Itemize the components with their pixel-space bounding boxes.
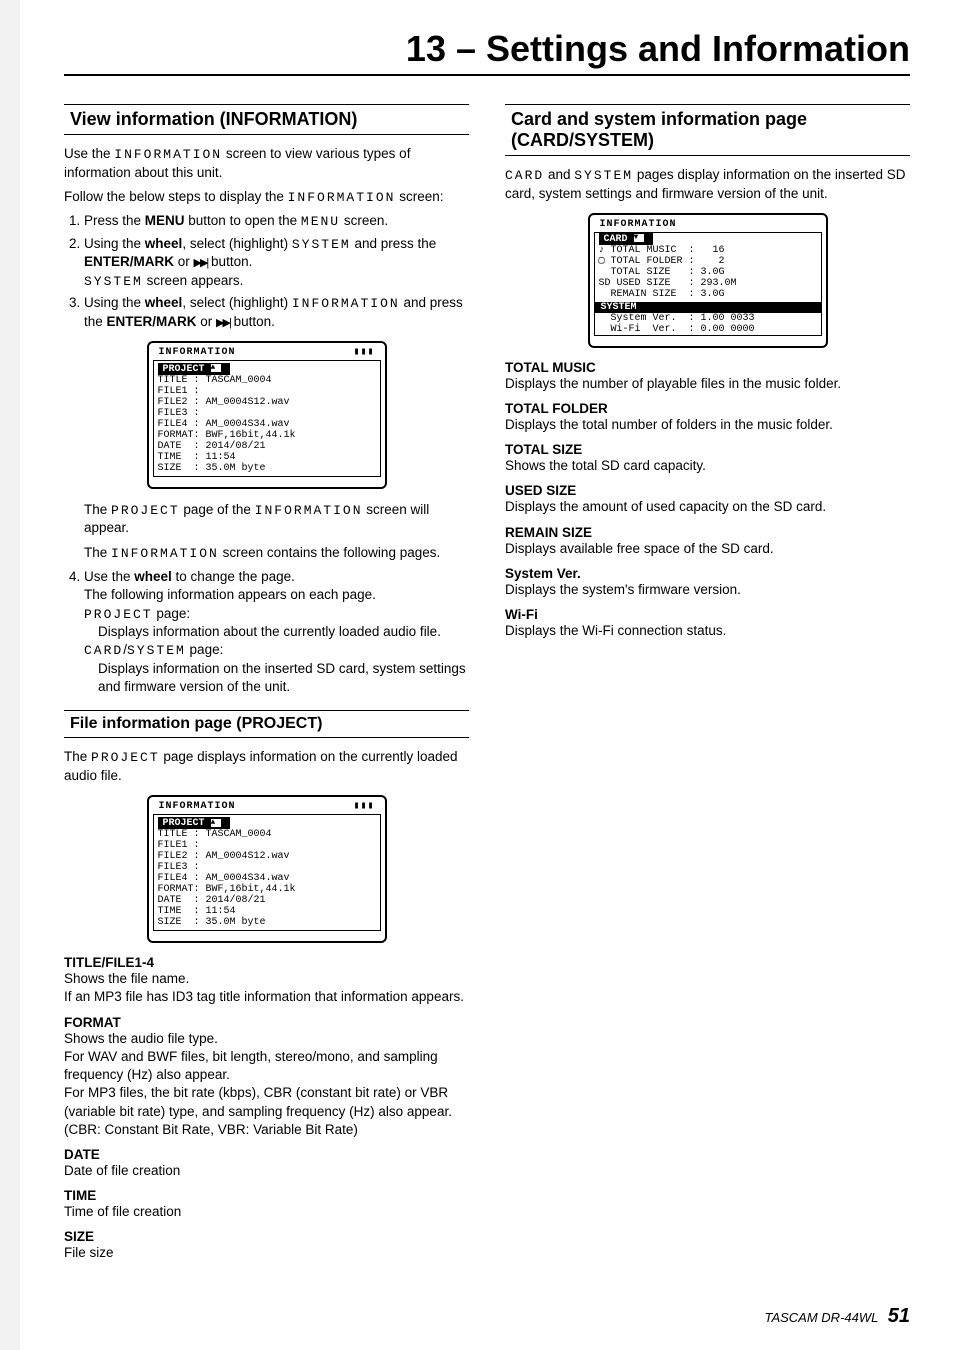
step-4: Use the wheel to change the page. The fo… bbox=[84, 568, 469, 696]
step-3: Using the wheel, select (highlight) INFO… bbox=[84, 294, 469, 331]
lcd-project-screenshot-2: INFORMATION▮▮▮ PROJECT TITLE : TASCAM_00… bbox=[147, 795, 387, 943]
card-system-heading: Card and system information page (CARD/S… bbox=[505, 104, 910, 156]
intro-2: Follow the below steps to display the IN… bbox=[64, 188, 469, 207]
steps-list: Press the MENU button to open the MENU s… bbox=[64, 212, 469, 331]
project-intro: The PROJECT page displays information on… bbox=[64, 748, 469, 785]
post-lcd-2: The INFORMATION screen contains the foll… bbox=[64, 544, 469, 563]
fast-forward-icon: ▶▶| bbox=[194, 257, 208, 269]
left-column: View information (INFORMATION) Use the I… bbox=[64, 104, 469, 1265]
step-1: Press the MENU button to open the MENU s… bbox=[84, 212, 469, 231]
right-column: Card and system information page (CARD/S… bbox=[505, 104, 910, 1265]
intro-1: Use the INFORMATION screen to view vario… bbox=[64, 145, 469, 182]
page-footer: TASCAM DR-44WL 51 bbox=[764, 1305, 910, 1328]
page-number: 51 bbox=[888, 1305, 910, 1327]
lcd-card-screenshot: INFORMATION CARD ♪ TOTAL MUSIC : 16 ▢ TO… bbox=[588, 213, 828, 348]
view-info-heading: View information (INFORMATION) bbox=[64, 104, 469, 135]
post-lcd-1: The PROJECT page of the INFORMATION scre… bbox=[64, 501, 469, 538]
card-definitions: TOTAL MUSICDisplays the number of playab… bbox=[505, 360, 910, 641]
file-info-heading: File information page (PROJECT) bbox=[64, 710, 469, 738]
chapter-title: 13 – Settings and Information bbox=[64, 28, 910, 76]
step-2: Using the wheel, select (highlight) SYST… bbox=[84, 235, 469, 290]
steps-list-2: Use the wheel to change the page. The fo… bbox=[64, 568, 469, 696]
footer-brand: TASCAM DR-44WL bbox=[764, 1310, 878, 1325]
project-definitions: TITLE/FILE1-4Shows the file name. If an … bbox=[64, 955, 469, 1262]
card-intro: CARD and SYSTEM pages display informatio… bbox=[505, 166, 910, 203]
fast-forward-icon: ▶▶| bbox=[216, 317, 230, 329]
lcd-project-screenshot: INFORMATION▮▮▮ PROJECT TITLE : TASCAM_00… bbox=[147, 341, 387, 489]
